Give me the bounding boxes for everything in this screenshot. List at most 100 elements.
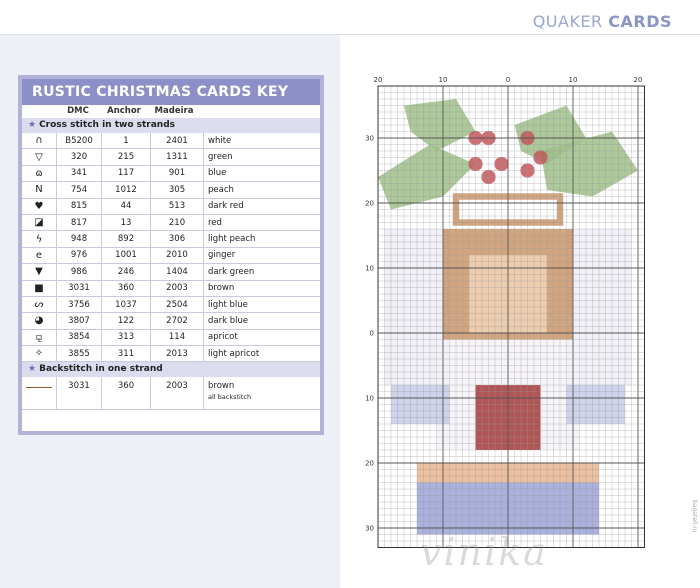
- backstitch-dmc: 3031: [56, 377, 102, 411]
- col-anchor: Anchor: [107, 106, 141, 116]
- key-symbol: e: [22, 247, 57, 265]
- backstitch-section: ★ Backstitch in one strand: [22, 362, 320, 378]
- key-madeira: 1311: [150, 148, 204, 166]
- key-dmc: 3807: [56, 312, 102, 330]
- key-madeira: 901: [150, 165, 204, 183]
- key-panel: RUSTIC CHRISTMAS CARDS KEY DMC Anchor Ma…: [18, 75, 324, 435]
- key-anchor: 246: [101, 263, 151, 281]
- top-tick-label: 20: [374, 76, 383, 84]
- key-color-name: dark red: [203, 198, 320, 215]
- key-row: ⚼ 3854 313 114 apricot: [22, 329, 320, 347]
- cross-stitch-section: ★ Cross stitch in two strands: [22, 118, 320, 133]
- key-anchor: 122: [101, 312, 151, 330]
- key-anchor: 1001: [101, 247, 151, 265]
- key-row: ▽ 320 215 1311 green: [22, 148, 320, 166]
- left-tick-label: 0: [370, 330, 374, 338]
- key-madeira: 114: [150, 329, 204, 347]
- key-symbol: ϟ: [22, 230, 57, 248]
- key-dmc: 986: [56, 263, 102, 281]
- key-color-name: blue: [203, 165, 320, 183]
- key-anchor: 215: [101, 148, 151, 166]
- key-dmc: 3854: [56, 329, 102, 347]
- key-dmc: 815: [56, 198, 102, 215]
- left-tick-label: 20: [365, 460, 374, 468]
- key-color-name: red: [203, 214, 320, 232]
- key-color-name: ginger: [203, 247, 320, 265]
- key-row: N 754 1012 305 peach: [22, 181, 320, 199]
- key-row: ɷ 341 117 901 blue: [22, 165, 320, 183]
- key-dmc: 948: [56, 230, 102, 248]
- left-tick-label: 10: [365, 265, 374, 273]
- key-color-name: light peach: [203, 230, 320, 248]
- star-icon: ★: [28, 120, 37, 130]
- key-table: ∩ B5200 1 2401 white ▽ 320 215 1311 green ɷ 341 117 9…: [22, 133, 320, 363]
- top-tick-label: 10: [439, 76, 448, 84]
- key-anchor: 892: [101, 230, 151, 248]
- left-tick-label: 10: [365, 395, 374, 403]
- col-madeira: Madeira: [154, 106, 194, 116]
- key-column-headers: DMC Anchor Madeira: [22, 105, 320, 118]
- key-row: ✧ 3855 311 2013 light apricot: [22, 345, 320, 363]
- backstitch-madeira: 2003: [150, 377, 204, 411]
- key-madeira: 2003: [150, 280, 204, 297]
- key-madeira: 2013: [150, 345, 204, 363]
- key-row: ◪ 817 13 210 red: [22, 214, 320, 232]
- key-color-name: peach: [203, 181, 320, 199]
- key-color-name: apricot: [203, 329, 320, 347]
- key-symbol: ⚼: [22, 329, 57, 347]
- left-tick-label: 30: [365, 525, 374, 533]
- key-symbol: N: [22, 181, 57, 199]
- key-color-name: dark blue: [203, 312, 320, 330]
- key-dmc: 754: [56, 181, 102, 199]
- key-symbol: ɷ: [22, 165, 57, 183]
- key-madeira: 210: [150, 214, 204, 232]
- key-anchor: 44: [101, 198, 151, 215]
- key-color-name: brown: [203, 280, 320, 297]
- backstitch-name: brown all backstitch: [203, 377, 320, 411]
- top-tick-label: 10: [569, 76, 578, 84]
- key-anchor: 117: [101, 165, 151, 183]
- key-madeira: 2401: [150, 133, 204, 150]
- key-symbol: ▼: [22, 263, 57, 281]
- star-icon: ★: [28, 364, 37, 375]
- section-header: QUAKER CARDS: [532, 12, 672, 31]
- left-tick-label: 30: [365, 135, 374, 143]
- backstitch-line-icon: [22, 377, 57, 411]
- left-tick-label: 20: [365, 200, 374, 208]
- cross-stitch-chart: 20 10 0 10 20 30 20 10 0 10 20 30: [365, 76, 645, 548]
- key-symbol: ◕: [22, 312, 57, 330]
- key-color-name: light blue: [203, 296, 320, 314]
- key-madeira: 305: [150, 181, 204, 199]
- key-anchor: 311: [101, 345, 151, 363]
- key-symbol: ■: [22, 280, 57, 297]
- key-dmc: B5200: [56, 133, 102, 150]
- key-anchor: 13: [101, 214, 151, 232]
- key-madeira: 1404: [150, 263, 204, 281]
- key-anchor: 313: [101, 329, 151, 347]
- key-dmc: 976: [56, 247, 102, 265]
- key-madeira: 2010: [150, 247, 204, 265]
- key-title: RUSTIC CHRISTMAS CARDS KEY: [22, 79, 320, 105]
- key-anchor: 1: [101, 133, 151, 150]
- key-row: ■ 3031 360 2003 brown: [22, 280, 320, 297]
- key-color-name: white: [203, 133, 320, 150]
- key-dmc: 320: [56, 148, 102, 166]
- key-row: ∩ B5200 1 2401 white: [22, 133, 320, 150]
- key-dmc: 3756: [56, 296, 102, 314]
- col-dmc: DMC: [67, 106, 89, 116]
- key-dmc: 817: [56, 214, 102, 232]
- key-symbol: ∩: [22, 133, 57, 150]
- key-color-name: dark green: [203, 263, 320, 281]
- side-credit: bagatell.ru: [691, 500, 698, 533]
- key-dmc: 3031: [56, 280, 102, 297]
- key-row: ♥ 815 44 513 dark red: [22, 198, 320, 215]
- key-dmc: 341: [56, 165, 102, 183]
- key-color-name: green: [203, 148, 320, 166]
- key-row: e 976 1001 2010 ginger: [22, 247, 320, 265]
- backstitch-table: 3031 360 2003 brown all backstitch: [22, 377, 320, 411]
- key-madeira: 306: [150, 230, 204, 248]
- key-madeira: 2702: [150, 312, 204, 330]
- key-symbol: ▽: [22, 148, 57, 166]
- watermark: vinika: [420, 530, 548, 574]
- key-dmc: 3855: [56, 345, 102, 363]
